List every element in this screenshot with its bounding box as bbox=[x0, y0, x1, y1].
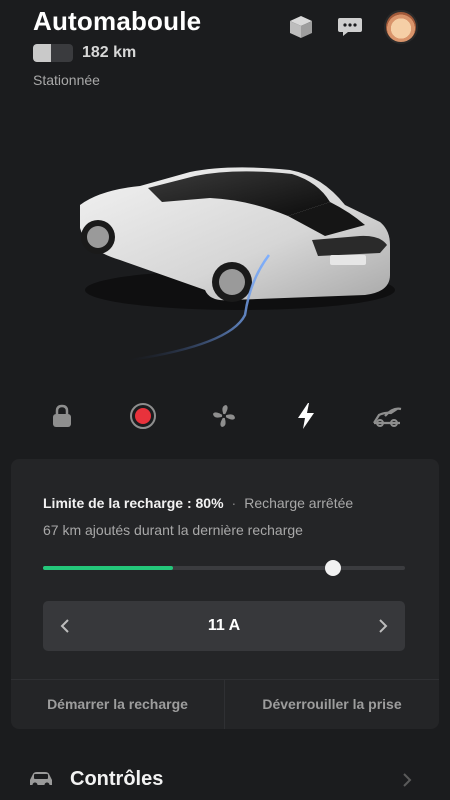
amperage-stepper: 11 A bbox=[43, 601, 405, 651]
vehicle-name[interactable]: Automaboule bbox=[33, 6, 201, 37]
increase-amps-button[interactable] bbox=[361, 601, 405, 651]
car-image bbox=[60, 150, 400, 365]
record-icon[interactable] bbox=[125, 398, 161, 434]
controls-row[interactable]: Contrôles bbox=[0, 752, 450, 800]
slider-handle[interactable] bbox=[324, 560, 341, 576]
battery-level-fill bbox=[43, 566, 174, 570]
chevron-right-icon bbox=[379, 619, 388, 633]
box-3d-icon[interactable] bbox=[286, 12, 316, 42]
added-range-text: 67 km ajoutés durant la dernière recharg… bbox=[43, 522, 303, 538]
lock-icon[interactable] bbox=[44, 398, 80, 434]
profile-avatar[interactable] bbox=[384, 10, 418, 44]
chevron-right-icon bbox=[403, 773, 412, 787]
unlock-port-button[interactable]: Déverrouiller la prise bbox=[225, 679, 439, 729]
amperage-value: 11 A bbox=[207, 617, 241, 634]
charging-state: Recharge arrêtée bbox=[244, 495, 354, 511]
trunk-icon[interactable] bbox=[369, 398, 405, 434]
separator: · bbox=[231, 495, 237, 511]
battery-range: 182 km bbox=[33, 42, 136, 64]
start-charging-button[interactable]: Démarrer la recharge bbox=[11, 679, 224, 729]
header: Automaboule 182 km Stationnée bbox=[0, 0, 450, 110]
controls-label: Contrôles bbox=[70, 768, 164, 790]
vehicle-status: Stationnée bbox=[33, 72, 100, 88]
charge-limit-slider[interactable] bbox=[43, 560, 405, 576]
quick-actions bbox=[0, 390, 450, 436]
car-icon bbox=[30, 772, 52, 788]
range-value: 182 km bbox=[82, 44, 137, 61]
lightning-icon[interactable] bbox=[288, 398, 324, 434]
charge-limit-row: Limite de la recharge : 80% · Recharge a… bbox=[43, 495, 353, 511]
fan-icon[interactable] bbox=[206, 398, 242, 434]
battery-icon bbox=[33, 44, 73, 62]
chat-bubble-icon[interactable] bbox=[335, 12, 365, 42]
charging-card: Limite de la recharge : 80% · Recharge a… bbox=[11, 459, 439, 729]
charge-limit-label: Limite de la recharge : 80% bbox=[43, 495, 224, 511]
